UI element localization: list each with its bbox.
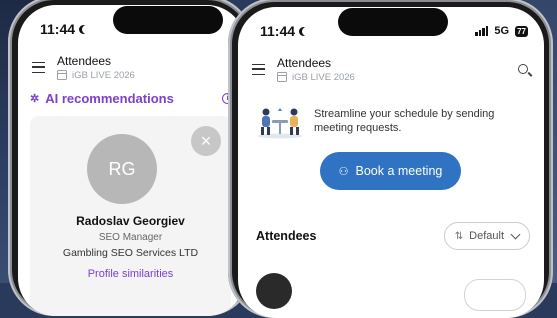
avatar-initials: RG [108, 158, 136, 179]
chevron-down-icon [510, 229, 521, 240]
page-title: Attendees [277, 55, 332, 70]
attendees-section-header: Attendees ⇅ Default [256, 221, 530, 251]
search-icon[interactable] [518, 64, 528, 74]
book-meeting-button[interactable]: ⚇ Book a meeting [320, 152, 461, 190]
event-name: iGB LIVE 2026 [72, 69, 135, 81]
meeting-illustration-icon [258, 108, 302, 139]
attendee-company: Gambling SEO Services LTD [62, 247, 199, 259]
book-meeting-label: Book a meeting [355, 164, 443, 178]
app-bar: Attendees iGB LIVE 2026 [238, 49, 544, 89]
section-title: Attendees [256, 229, 317, 243]
app-bar-titles: Attendees iGB LIVE 2026 [57, 54, 135, 81]
recommendation-card[interactable]: RG × Radoslav Georgiev SEO Manager Gambl… [30, 116, 231, 316]
sparkle-icon: ✲ [30, 93, 40, 105]
dismiss-button[interactable]: × [191, 126, 221, 156]
app-bar: Attendees iGB LIVE 2026 [18, 47, 245, 87]
menu-icon[interactable] [32, 61, 45, 73]
status-time: 11:44 [260, 23, 307, 39]
sort-icon: ⇅ [454, 230, 464, 242]
status-time: 11:44 [40, 21, 87, 37]
phone-right: 11:44 5G 77 Attendees iGB LIVE 2026 Stre… [228, 0, 553, 318]
ai-recommendations-label: AI recommendations [45, 91, 174, 106]
people-icon: ⚇ [338, 165, 349, 178]
status-time-text: 11:44 [260, 23, 296, 39]
moon-icon [302, 27, 311, 36]
event-name: iGB LIVE 2026 [292, 71, 355, 83]
calendar-icon [57, 70, 67, 80]
close-icon: × [200, 130, 212, 151]
phone-left: 11:44 Attendees iGB LIVE 2026 ✲ AI recom… [8, 0, 253, 316]
network-label: 5G [494, 25, 510, 37]
status-indicators: 5G 77 [475, 25, 528, 37]
battery-level: 77 [517, 26, 526, 36]
moon-icon [82, 25, 91, 34]
avatar: RG [87, 134, 157, 204]
promo-text-line2: meeting requests. [314, 122, 402, 134]
attendee-action-button[interactable] [464, 279, 526, 311]
signal-icon [475, 26, 489, 36]
attendee-role: SEO Manager [98, 232, 163, 243]
dynamic-island [113, 6, 223, 34]
status-time-text: 11:44 [40, 21, 76, 37]
sort-label: Default [469, 230, 504, 242]
page-title: Attendees [57, 53, 112, 68]
ai-recommendations-header: ✲ AI recommendations i [30, 91, 233, 106]
screen-right: 11:44 5G 77 Attendees iGB LIVE 2026 Stre… [238, 7, 544, 318]
dynamic-island [338, 8, 448, 36]
promo-text: Streamline your schedule by sending meet… [314, 107, 494, 135]
attendee-avatar[interactable] [256, 273, 292, 309]
event-subtitle: iGB LIVE 2026 [57, 70, 135, 81]
profile-similarities-link[interactable]: Profile similarities [30, 268, 231, 280]
attendee-name: Radoslav Georgiev [76, 214, 185, 228]
event-subtitle: iGB LIVE 2026 [277, 72, 355, 83]
promo-text-line1: Streamline your schedule by sending [314, 108, 495, 120]
app-bar-titles: Attendees iGB LIVE 2026 [277, 56, 355, 83]
menu-icon[interactable] [252, 63, 265, 75]
battery-icon: 77 [515, 25, 528, 37]
calendar-icon [277, 72, 287, 82]
meeting-promo: Streamline your schedule by sending meet… [256, 103, 526, 139]
sort-dropdown[interactable]: ⇅ Default [443, 222, 530, 250]
screen-left: 11:44 Attendees iGB LIVE 2026 ✲ AI recom… [18, 5, 245, 316]
